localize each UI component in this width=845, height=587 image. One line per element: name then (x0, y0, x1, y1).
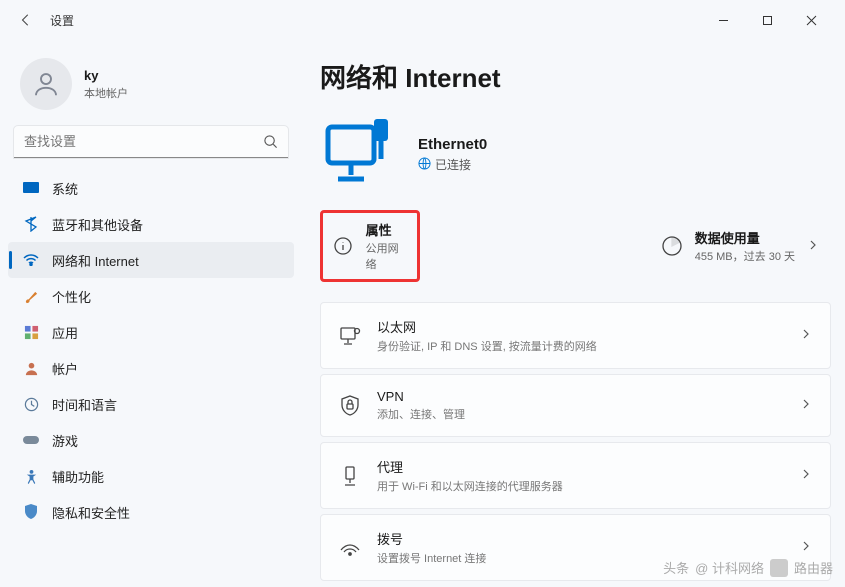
ethernet-icon (339, 326, 361, 346)
sidebar-item-apps[interactable]: 应用 (8, 314, 294, 350)
data-usage-label: 数据使用量 (695, 228, 795, 247)
chevron-right-icon (800, 328, 812, 343)
data-usage-sub: 455 MB，过去 30 天 (695, 248, 795, 264)
watermark-prefix: 头条 (663, 558, 689, 577)
data-usage-icon (661, 235, 683, 257)
sidebar-item-gaming[interactable]: 游戏 (8, 422, 294, 458)
watermark: 头条 @ 计科网络 路由器 (663, 558, 833, 577)
search-input[interactable] (14, 126, 288, 158)
chevron-right-icon (800, 540, 812, 555)
gaming-icon (22, 434, 40, 446)
page-title: 网络和 Internet (320, 58, 831, 95)
sidebar-item-personalization[interactable]: 个性化 (8, 278, 294, 314)
watermark-badge: 路由器 (794, 558, 833, 577)
globe-icon (418, 157, 431, 173)
network-status: 已连接 (435, 156, 471, 173)
card-sub: 身份验证, IP 和 DNS 设置, 按流量计费的网络 (377, 338, 597, 354)
card-label: VPN (377, 389, 465, 404)
sidebar-item-label: 辅助功能 (52, 467, 104, 486)
user-name: ky (84, 68, 128, 83)
system-icon (22, 182, 40, 194)
wifi-icon (22, 254, 40, 266)
dialup-icon (339, 540, 361, 556)
sidebar-item-privacy[interactable]: 隐私和安全性 (8, 494, 294, 530)
apps-icon (22, 325, 40, 340)
sidebar-item-accounts[interactable]: 帐户 (8, 350, 294, 386)
proxy-icon (339, 465, 361, 487)
sidebar-item-label: 系统 (52, 179, 78, 198)
sidebar-item-label: 游戏 (52, 431, 78, 450)
chevron-right-icon (800, 398, 812, 413)
properties-sub: 公用网络 (366, 240, 407, 272)
sidebar-item-label: 隐私和安全性 (52, 503, 130, 522)
network-illustration (320, 113, 400, 196)
vpn-card[interactable]: VPN 添加、连接、管理 (320, 374, 831, 437)
maximize-button[interactable] (745, 5, 789, 35)
sidebar-item-label: 蓝牙和其他设备 (52, 215, 143, 234)
accounts-icon (22, 361, 40, 376)
sidebar-item-label: 时间和语言 (52, 395, 117, 414)
sidebar-item-label: 应用 (52, 323, 78, 342)
accessibility-icon (22, 469, 40, 484)
ethernet-card[interactable]: 以太网身份验证, IP 和 DNS 设置, 按流量计费的网络 (320, 302, 831, 369)
bluetooth-icon (22, 216, 40, 232)
clock-icon (22, 397, 40, 412)
info-icon (333, 236, 354, 256)
avatar (20, 58, 72, 110)
card-label: 拨号 (377, 529, 486, 548)
chevron-right-icon (807, 239, 819, 254)
window-title: 设置 (50, 12, 74, 29)
sidebar-item-time-language[interactable]: 时间和语言 (8, 386, 294, 422)
router-badge-icon (770, 559, 788, 577)
proxy-card[interactable]: 代理用于 Wi-Fi 和以太网连接的代理服务器 (320, 442, 831, 509)
vpn-icon (339, 395, 361, 417)
watermark-handle: @ 计科网络 (695, 558, 764, 577)
chevron-right-icon (800, 468, 812, 483)
sidebar-item-accessibility[interactable]: 辅助功能 (8, 458, 294, 494)
sidebar-item-bluetooth[interactable]: 蓝牙和其他设备 (8, 206, 294, 242)
data-usage-card[interactable]: 数据使用量455 MB，过去 30 天 (649, 210, 831, 282)
back-button[interactable] (12, 6, 40, 34)
card-label: 以太网 (377, 317, 597, 336)
card-sub: 设置拨号 Internet 连接 (377, 550, 486, 566)
properties-label: 属性 (366, 220, 407, 239)
shield-icon (22, 504, 40, 520)
network-name: Ethernet0 (418, 136, 487, 153)
minimize-button[interactable] (701, 5, 745, 35)
close-button[interactable] (789, 5, 833, 35)
search-icon (263, 134, 278, 152)
sidebar-item-system[interactable]: 系统 (8, 170, 294, 206)
user-block[interactable]: ky 本地帐户 (8, 50, 294, 126)
sidebar-item-network[interactable]: 网络和 Internet (8, 242, 294, 278)
user-account: 本地帐户 (84, 85, 128, 101)
sidebar-item-label: 帐户 (52, 359, 78, 378)
brush-icon (22, 289, 40, 304)
card-sub: 用于 Wi-Fi 和以太网连接的代理服务器 (377, 478, 563, 494)
sidebar-item-label: 网络和 Internet (52, 251, 139, 270)
card-label: 代理 (377, 457, 563, 476)
sidebar-item-label: 个性化 (52, 287, 91, 306)
properties-card[interactable]: 属性公用网络 (320, 210, 420, 282)
card-sub: 添加、连接、管理 (377, 406, 465, 422)
